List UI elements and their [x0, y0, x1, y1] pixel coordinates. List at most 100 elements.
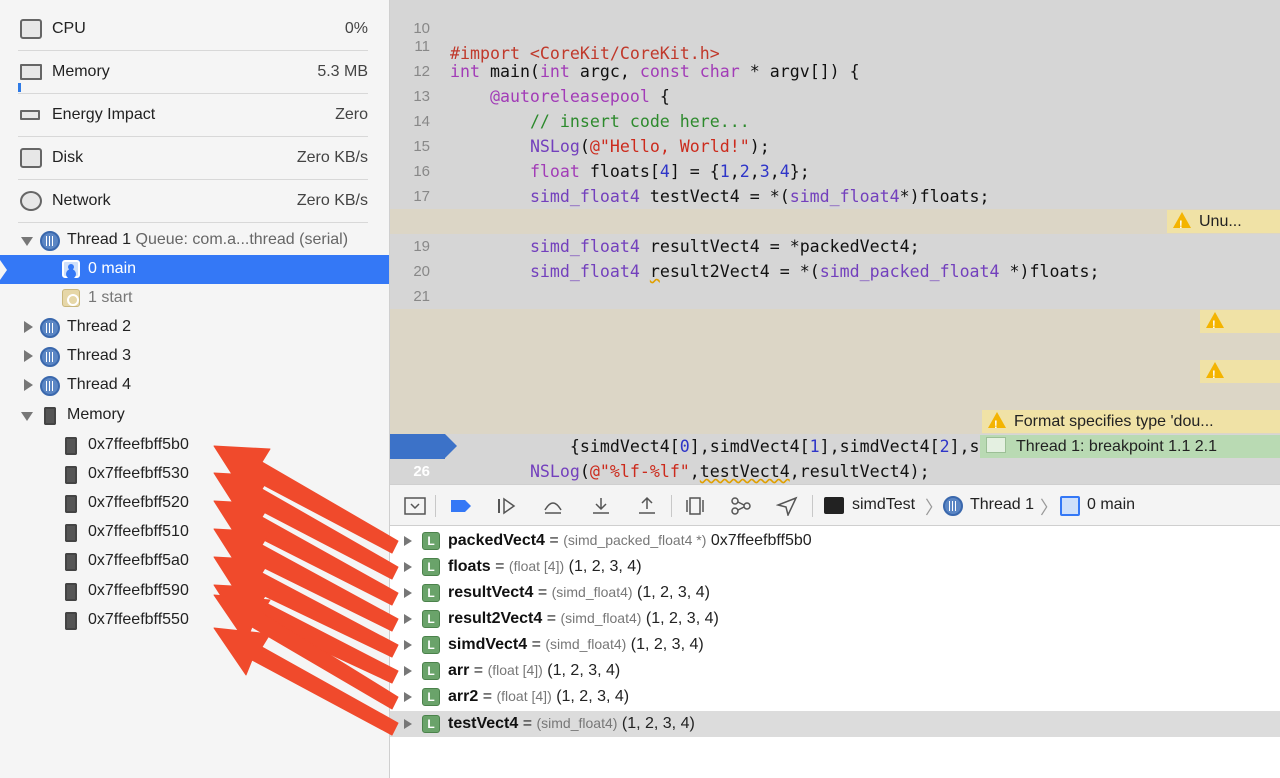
- warning-icon: [988, 412, 1006, 437]
- thread-label: Thread 1 Queue: com.a...thread (serial): [67, 231, 348, 249]
- warning-annotation[interactable]: [1200, 360, 1280, 387]
- code-line-warning[interactable]: 24 float arr2[4] =: [390, 359, 1280, 431]
- frame-label: 0 main: [88, 260, 137, 277]
- disclosure-right-icon[interactable]: [404, 719, 412, 729]
- variable-row[interactable]: L floats = (float [4]) (1, 2, 3, 4): [390, 554, 1280, 580]
- variable-value: (1, 2, 3, 4): [621, 715, 695, 732]
- variable-row[interactable]: L arr2 = (float [4]) (1, 2, 3, 4): [390, 684, 1280, 710]
- code-line[interactable]: 18 simd_float4 resultVect4 = *packedVect…: [390, 184, 1280, 256]
- code-line[interactable]: 14 NSLog(@"Hello, World!");: [390, 84, 1280, 156]
- breakpoints-toggle-button[interactable]: [450, 496, 472, 516]
- thread-queue: Queue: com.a...thread (serial): [135, 231, 349, 248]
- code-line[interactable]: 21 simd_float4 simdVect4 = simd_make_flo…: [390, 259, 1280, 331]
- memory-address: 0x7ffeefbff5a0: [88, 552, 189, 569]
- memory-address-row[interactable]: 0x7ffeefbff510: [0, 518, 389, 547]
- code-line[interactable]: 11 int main(int argc, const char * argv[…: [390, 9, 1280, 81]
- disclosure-right-icon[interactable]: [24, 350, 33, 362]
- memory-address-row[interactable]: 0x7ffeefbff5b0: [0, 431, 389, 460]
- gauge-network[interactable]: Network Zero KB/s: [0, 180, 389, 223]
- code-line[interactable]: 15 float floats[4] = {1,2,3,4};: [390, 109, 1280, 181]
- memory-address-row[interactable]: 0x7ffeefbff5a0: [0, 547, 389, 576]
- code-line[interactable]: 20: [390, 234, 1280, 280]
- panel-toggle-icon: [404, 497, 426, 515]
- memory-address-row[interactable]: 0x7ffeefbff590: [0, 577, 389, 606]
- disclosure-right-icon[interactable]: [404, 536, 412, 546]
- disclosure-right-icon[interactable]: [404, 588, 412, 598]
- memory-address-row[interactable]: 0x7ffeefbff520: [0, 489, 389, 518]
- variable-text: simdVect4 = (simd_float4) (1, 2, 3, 4): [448, 636, 704, 653]
- continue-button[interactable]: [496, 496, 518, 516]
- source-editor[interactable]: 10 #import <CoreKit/CoreKit.h> 11 int ma…: [390, 0, 1280, 484]
- code-line-breakpoint[interactable]: 26 } Thread 1: breakpoint 1.1 2.1: [390, 434, 1280, 480]
- breakpoint-marker[interactable]: 26: [390, 434, 457, 480]
- gauge-energy[interactable]: Energy Impact Zero: [0, 94, 389, 137]
- debug-memory-graph-button[interactable]: [730, 496, 752, 516]
- warning-annotation[interactable]: [1200, 310, 1280, 337]
- code-line-warning[interactable]: 23 float arr[4] =: [390, 309, 1280, 381]
- thread-2-row[interactable]: Thread 2: [0, 313, 389, 342]
- variable-text: resultVect4 = (simd_float4) (1, 2, 3, 4): [448, 584, 710, 601]
- disclosure-right-icon[interactable]: [24, 379, 33, 391]
- gauge-memory[interactable]: Memory 5.3 MB: [0, 51, 389, 94]
- debug-bar: simdTest 〉 Thread 1 〉 0 main: [390, 484, 1280, 526]
- simulate-location-button[interactable]: [775, 496, 798, 518]
- code-line[interactable]: 27 return 0;: [390, 459, 1280, 484]
- memory-chip-icon: [62, 612, 80, 630]
- list-icon: [986, 437, 1006, 453]
- breakpoint-annotation[interactable]: Thread 1: breakpoint 1.1 2.1: [986, 435, 1217, 458]
- gauge-cpu[interactable]: CPU 0%: [0, 8, 389, 51]
- step-over-button[interactable]: [542, 496, 564, 516]
- memory-address: 0x7ffeefbff590: [88, 582, 189, 599]
- disclosure-right-icon[interactable]: [24, 321, 33, 333]
- step-into-button[interactable]: [590, 496, 612, 516]
- code-line[interactable]: 17 simd_packed_float4 *packedVect4 = (si…: [390, 159, 1280, 231]
- disclosure-right-icon[interactable]: [404, 640, 412, 650]
- disclosure-down-icon[interactable]: [21, 412, 33, 421]
- breadcrumb-process[interactable]: simdTest: [852, 496, 915, 514]
- hide-debug-area-button[interactable]: [404, 496, 426, 516]
- code-line[interactable]: 16 simd_float4 testVect4 = *(simd_float4…: [390, 134, 1280, 206]
- variable-row[interactable]: L result2Vect4 = (simd_float4) (1, 2, 3,…: [390, 606, 1280, 632]
- thread-icon: [40, 231, 60, 251]
- memory-chip-icon: [41, 407, 59, 425]
- code-line[interactable]: 12 @autoreleasepool {: [390, 34, 1280, 106]
- variable-row-selected[interactable]: L testVect4 = (simd_float4) (1, 2, 3, 4): [390, 711, 1280, 737]
- variable-row[interactable]: L resultVect4 = (simd_float4) (1, 2, 3, …: [390, 580, 1280, 606]
- thread-1-row[interactable]: Thread 1 Queue: com.a...thread (serial): [0, 226, 389, 255]
- breadcrumb-frame[interactable]: 0 main: [1087, 496, 1135, 514]
- step-over-icon: [544, 502, 562, 514]
- code-line-warning[interactable]: 25 NSLog(@"%lf-%lf",testVect4,resultVect…: [390, 409, 1280, 481]
- debug-view-hierarchy-button[interactable]: [684, 496, 706, 516]
- frame-1-start[interactable]: 1 start: [0, 284, 389, 313]
- memory-address-row[interactable]: 0x7ffeefbff530: [0, 460, 389, 489]
- breadcrumb-thread[interactable]: Thread 1: [970, 496, 1034, 514]
- divider: [812, 495, 813, 517]
- warning-annotation[interactable]: Unu...: [1167, 210, 1280, 237]
- local-variable-icon: L: [422, 662, 440, 680]
- code-line-warning[interactable]: {simdVect4.x,simdVect4.y,simdVect4.z,sim…: [390, 334, 1280, 406]
- disclosure-right-icon[interactable]: [404, 614, 412, 624]
- variable-row[interactable]: L arr = (float [4]) (1, 2, 3, 4): [390, 658, 1280, 684]
- memory-chip-icon: [62, 437, 80, 455]
- code-line-warning[interactable]: 19 simd_float4 result2Vect4 = *(simd_pac…: [390, 209, 1280, 281]
- gauge-disk[interactable]: Disk Zero KB/s: [0, 137, 389, 180]
- warning-annotation[interactable]: Format specifies type 'dou...: [982, 410, 1280, 437]
- frame-0-main[interactable]: 0 main: [0, 255, 389, 284]
- disclosure-down-icon[interactable]: [21, 237, 33, 246]
- selection-notch: [0, 260, 7, 280]
- variable-row[interactable]: L packedVect4 = (simd_packed_float4 *) 0…: [390, 528, 1280, 554]
- disclosure-right-icon[interactable]: [404, 562, 412, 572]
- thread-4-row[interactable]: Thread 4: [0, 371, 389, 400]
- thread-3-row[interactable]: Thread 3: [0, 342, 389, 371]
- code-line[interactable]: 13 // insert code here...: [390, 59, 1280, 131]
- disclosure-right-icon[interactable]: [404, 692, 412, 702]
- memory-address-row[interactable]: 0x7ffeefbff550: [0, 606, 389, 635]
- user-frame-icon: [1060, 496, 1080, 516]
- chevron-right-icon: 〉: [925, 498, 943, 518]
- memory-group-row[interactable]: Memory: [0, 401, 389, 430]
- code-line[interactable]: 22: [390, 284, 1280, 330]
- disclosure-right-icon[interactable]: [404, 666, 412, 676]
- variable-row[interactable]: L simdVect4 = (simd_float4) (1, 2, 3, 4): [390, 632, 1280, 658]
- code-line-warning[interactable]: {simdVect4[0],simdVect4[1],simdVect4[2],…: [390, 384, 1280, 456]
- step-out-button[interactable]: [636, 496, 658, 516]
